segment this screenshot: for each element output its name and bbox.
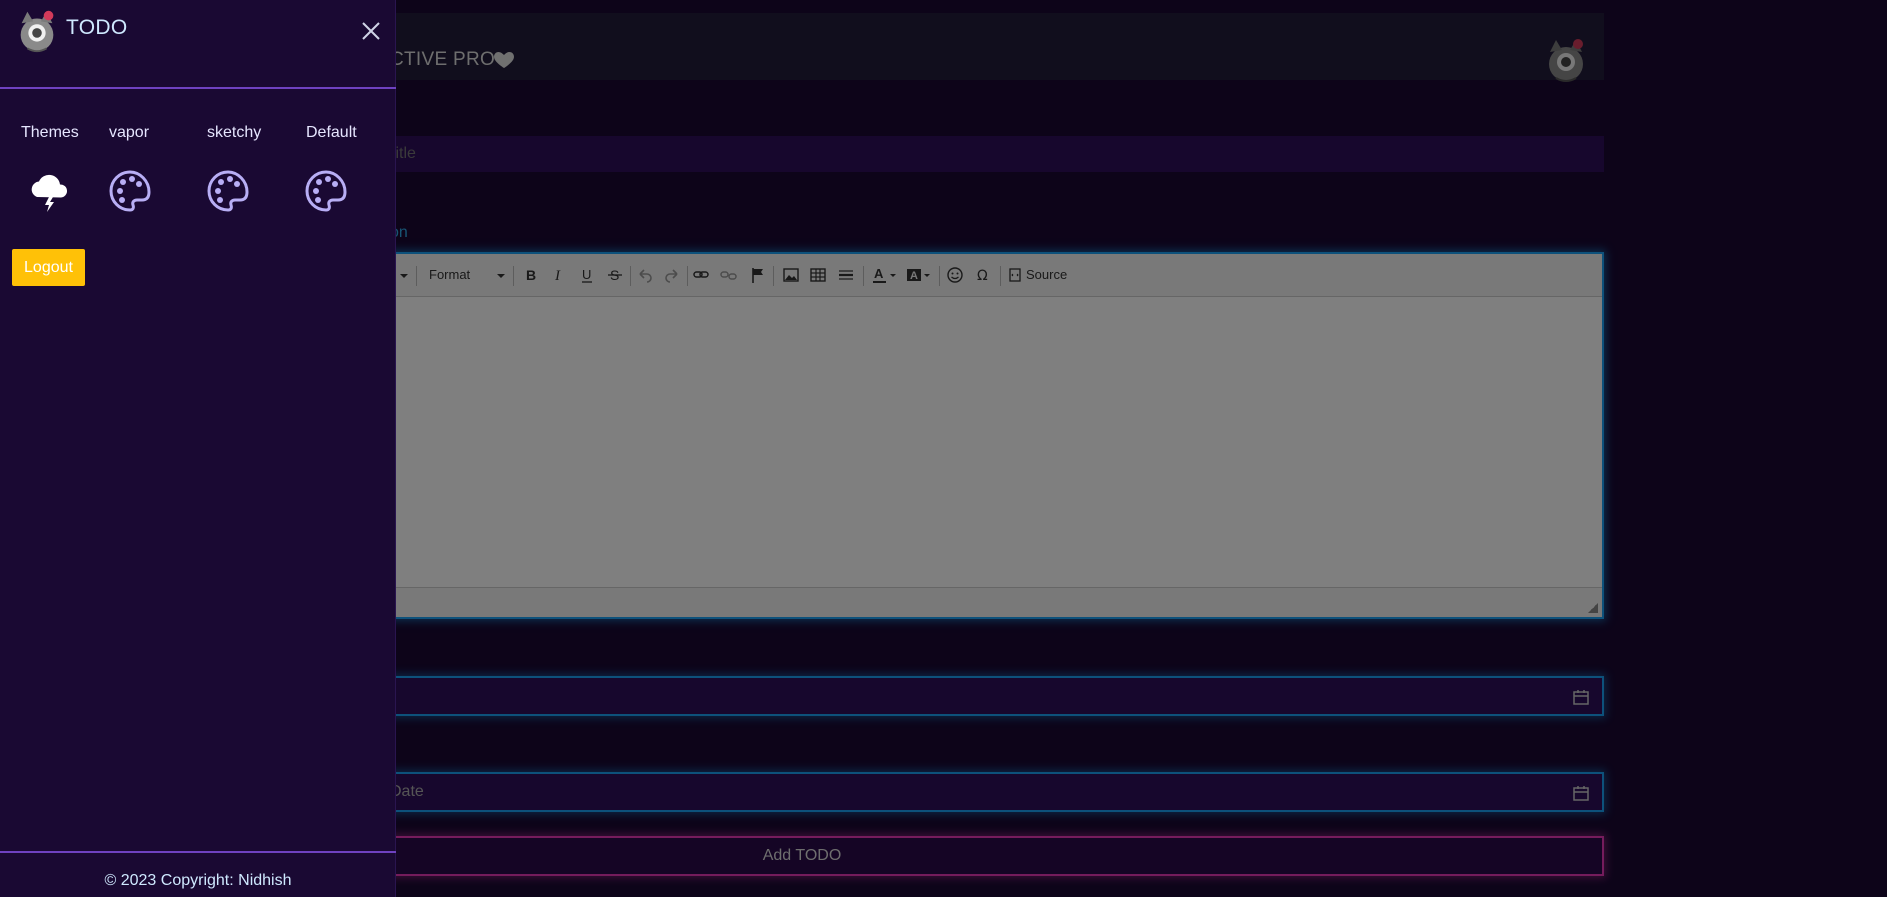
palette-icon[interactable] <box>206 169 250 213</box>
footer-divider <box>0 851 396 853</box>
sidebar-divider <box>0 87 396 89</box>
theme-default-label: Default <box>306 124 357 141</box>
sidebar-title: TODO <box>66 16 128 39</box>
themes-label: Themes <box>21 124 79 141</box>
copyright-text: © 2023 Copyright: Nidhish <box>104 872 292 889</box>
cat-logo-icon <box>20 10 54 53</box>
palette-icon[interactable] <box>304 169 348 213</box>
close-icon[interactable] <box>360 20 382 42</box>
theme-sketchy-label: sketchy <box>207 124 262 141</box>
theme-vapor-label: vapor <box>109 124 150 141</box>
offcanvas-sidebar: TODO Themes vapor sketchy Default Logout <box>0 0 396 897</box>
logout-button[interactable]: Logout <box>12 249 85 286</box>
cloud-lightning-icon[interactable] <box>27 169 71 213</box>
palette-icon[interactable] <box>108 169 152 213</box>
